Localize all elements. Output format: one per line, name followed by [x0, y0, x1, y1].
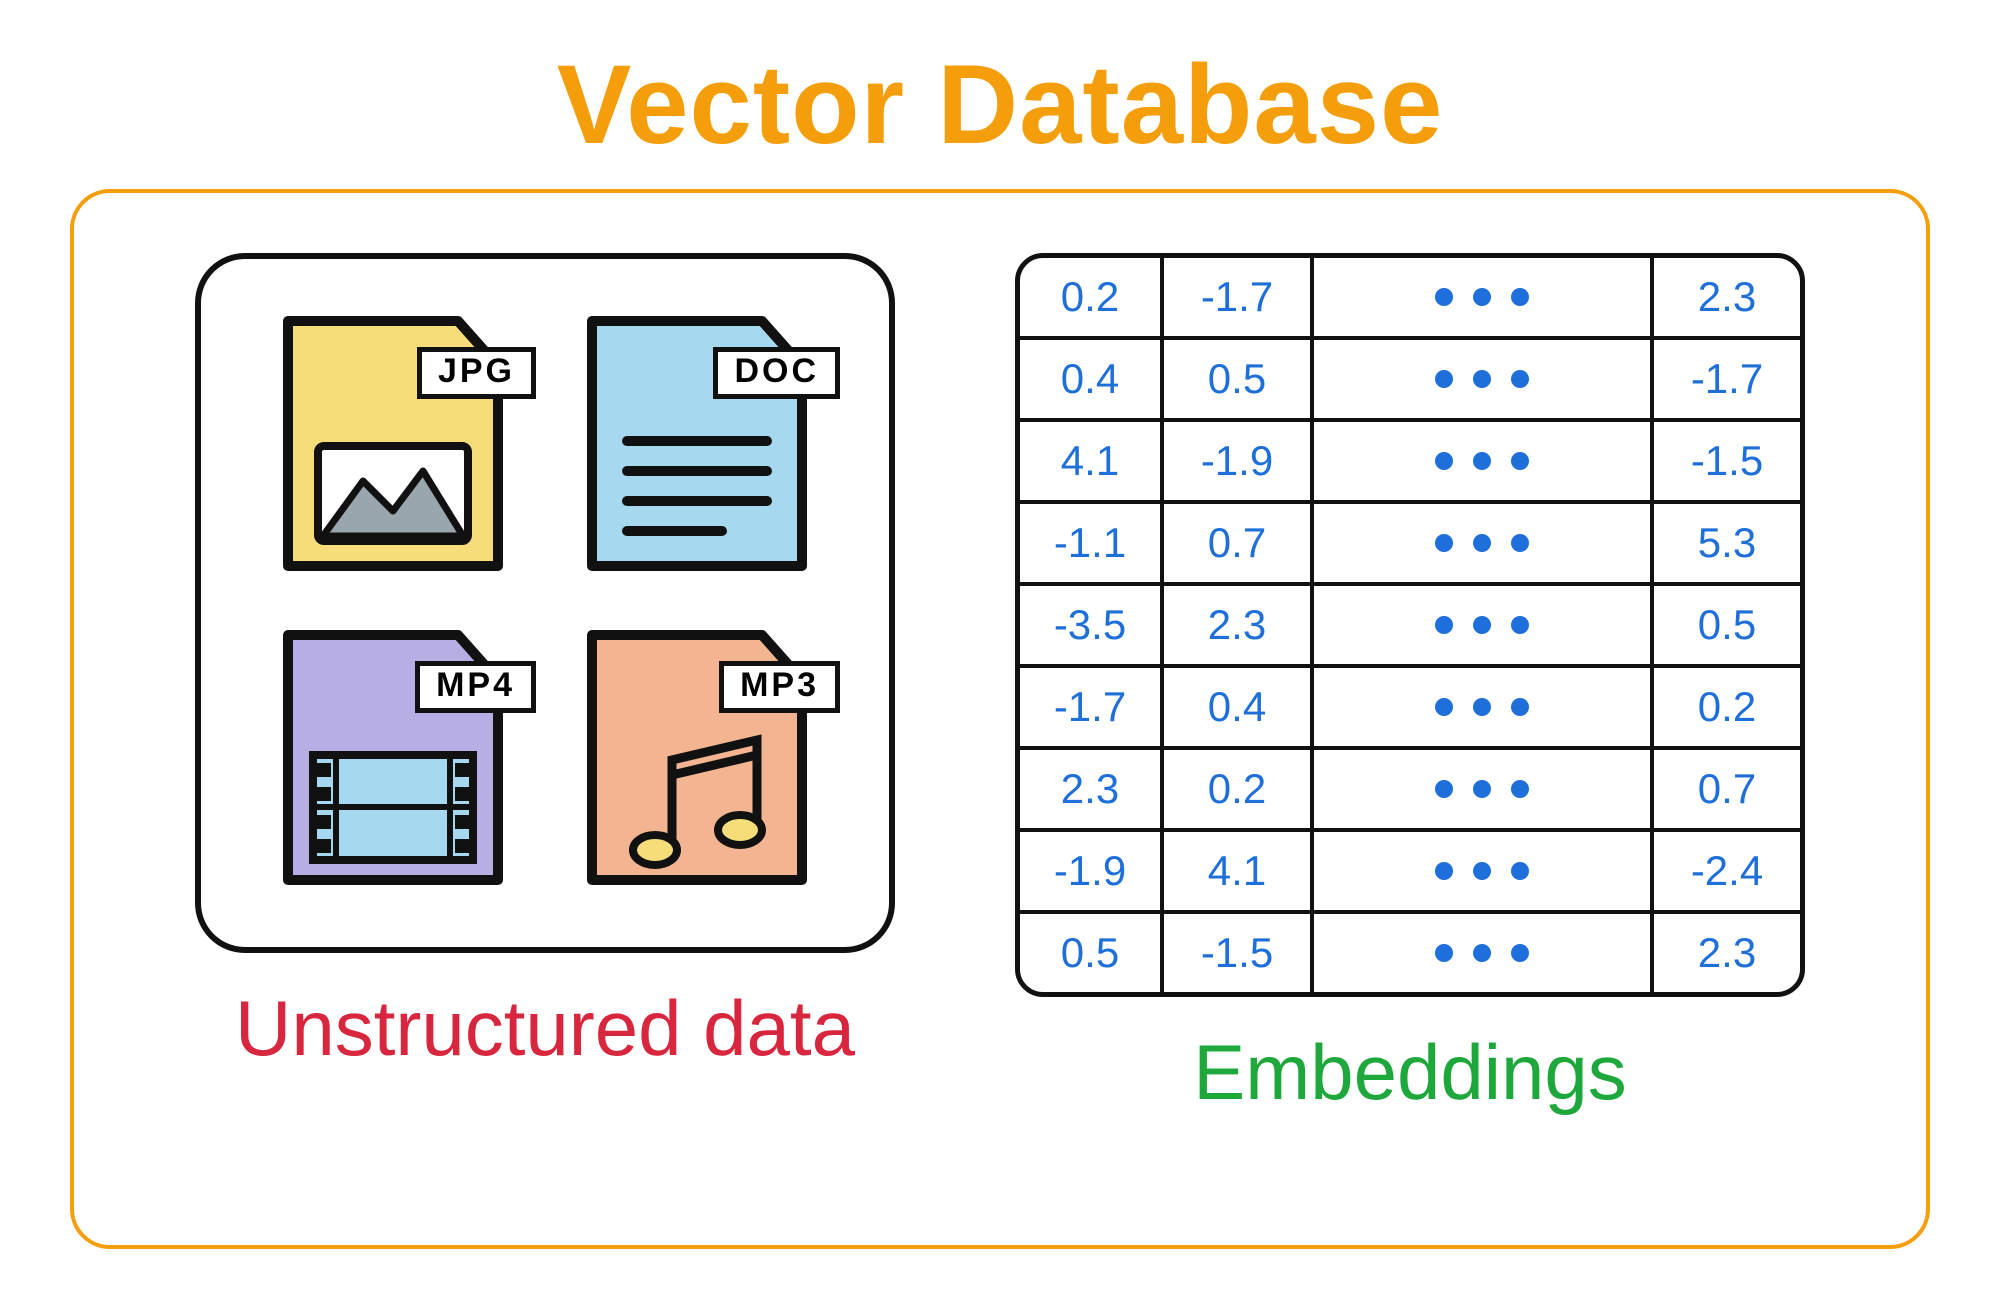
file-mp3: MP3 — [572, 625, 822, 895]
embedding-value: 0.5 — [1020, 914, 1160, 992]
embedding-value: -1.7 — [1160, 258, 1310, 336]
embedding-value: 2.3 — [1160, 586, 1310, 664]
embedding-value: 0.2 — [1650, 668, 1800, 746]
unstructured-column: JPG DOC — [195, 253, 895, 1074]
embedding-value: -1.7 — [1020, 668, 1160, 746]
embedding-value: 2.3 — [1020, 750, 1160, 828]
embedding-value: -1.7 — [1650, 340, 1800, 418]
embedding-value: 0.4 — [1160, 668, 1310, 746]
table-row: -1.94.1 -2.4 — [1020, 828, 1800, 910]
embedding-value: 0.2 — [1020, 258, 1160, 336]
embedding-value: 4.1 — [1020, 422, 1160, 500]
embeddings-column: 0.2-1.72.30.40.5-1.74.1-1.9-1.5-1.10.75.… — [1015, 253, 1805, 1118]
embedding-value: -1.9 — [1160, 422, 1310, 500]
embedding-value: 2.3 — [1650, 914, 1800, 992]
table-row: -1.70.4 0.2 — [1020, 664, 1800, 746]
ellipsis-icon — [1310, 504, 1650, 582]
embedding-value: -3.5 — [1020, 586, 1160, 664]
ellipsis-icon — [1310, 668, 1650, 746]
table-row: 0.40.5 -1.7 — [1020, 336, 1800, 418]
embeddings-caption: Embeddings — [1193, 1027, 1627, 1118]
table-row: 0.5-1.5 2.3 — [1020, 910, 1800, 992]
table-row: 2.30.2 0.7 — [1020, 746, 1800, 828]
embedding-value: -1.1 — [1020, 504, 1160, 582]
embedding-value: 2.3 — [1650, 258, 1800, 336]
file-mp4: MP4 — [268, 625, 518, 895]
ellipsis-icon — [1310, 258, 1650, 336]
file-mp4-label: MP4 — [415, 661, 536, 713]
embedding-value: -1.5 — [1650, 422, 1800, 500]
embedding-value: -2.4 — [1650, 832, 1800, 910]
embedding-value: 4.1 — [1160, 832, 1310, 910]
ellipsis-icon — [1310, 914, 1650, 992]
embedding-value: 0.5 — [1650, 586, 1800, 664]
table-row: 4.1-1.9 -1.5 — [1020, 418, 1800, 500]
file-mp3-label: MP3 — [719, 661, 840, 713]
embeddings-table: 0.2-1.72.30.40.5-1.74.1-1.9-1.5-1.10.75.… — [1015, 253, 1805, 997]
files-container: JPG DOC — [195, 253, 895, 953]
ellipsis-icon — [1310, 586, 1650, 664]
unstructured-caption: Unstructured data — [235, 983, 855, 1074]
ellipsis-icon — [1310, 422, 1650, 500]
embedding-value: 0.2 — [1160, 750, 1310, 828]
file-doc-label: DOC — [713, 347, 840, 399]
ellipsis-icon — [1310, 750, 1650, 828]
diagram-canvas: Vector Database JPG — [0, 0, 2000, 1306]
ellipsis-icon — [1310, 832, 1650, 910]
file-doc: DOC — [572, 311, 822, 581]
embedding-value: -1.9 — [1020, 832, 1160, 910]
ellipsis-icon — [1310, 340, 1650, 418]
embedding-value: 0.5 — [1160, 340, 1310, 418]
file-jpg-label: JPG — [417, 347, 536, 399]
main-panel: JPG DOC — [70, 189, 1930, 1249]
file-jpg: JPG — [268, 311, 518, 581]
embedding-value: -1.5 — [1160, 914, 1310, 992]
embedding-value: 5.3 — [1650, 504, 1800, 582]
page-title: Vector Database — [70, 40, 1930, 169]
table-row: -3.52.3 0.5 — [1020, 582, 1800, 664]
table-row: 0.2-1.7 2.3 — [1020, 258, 1800, 336]
embedding-value: 0.7 — [1650, 750, 1800, 828]
embedding-value: 0.7 — [1160, 504, 1310, 582]
table-row: -1.10.7 5.3 — [1020, 500, 1800, 582]
embedding-value: 0.4 — [1020, 340, 1160, 418]
